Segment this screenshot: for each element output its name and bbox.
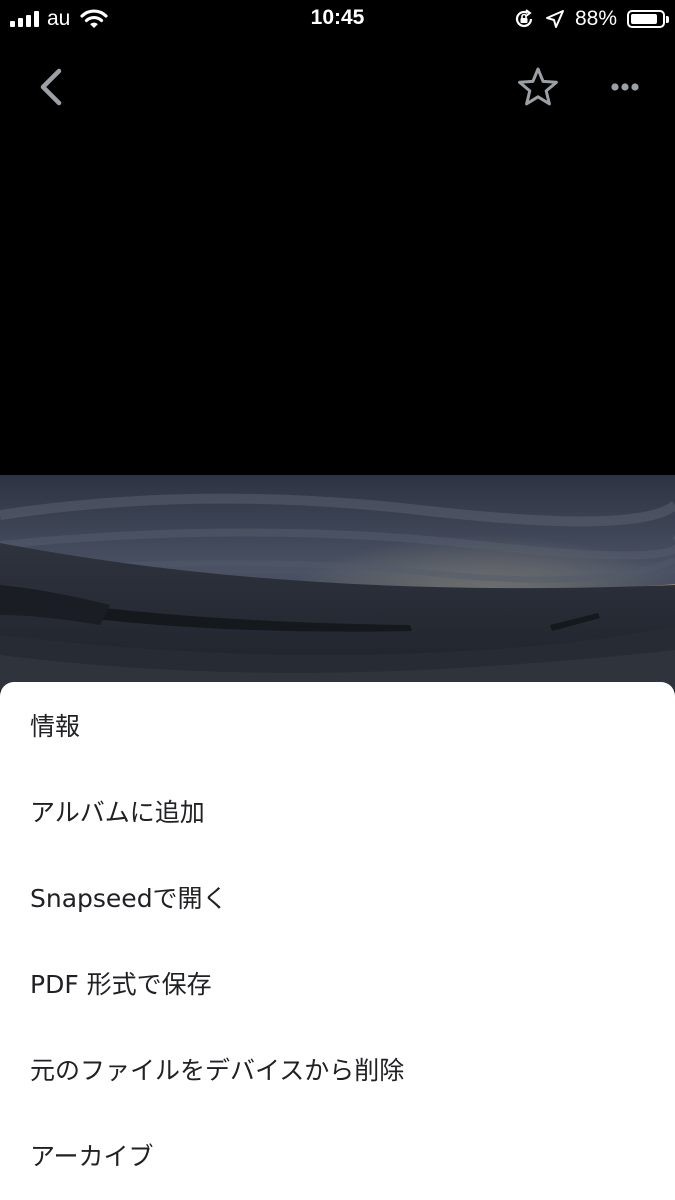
battery-cap [666, 16, 669, 23]
menu-item-add-to-album[interactable]: アルバムに追加 [0, 768, 675, 854]
more-options-button[interactable] [602, 70, 648, 104]
star-outline-icon [518, 67, 558, 106]
chevron-left-icon [40, 68, 62, 106]
back-button[interactable] [30, 62, 74, 112]
photo-image[interactable] [0, 475, 675, 690]
battery-percent: 88% [574, 7, 617, 30]
menu-item-label: Snapseedで開く [30, 884, 228, 913]
menu-item-label: アーカイブ [30, 1142, 154, 1171]
location-arrow-icon [545, 10, 564, 28]
menu-item-save-as-pdf[interactable]: PDF 形式で保存 [0, 940, 675, 1026]
status-right: 88% [513, 6, 669, 32]
menu-item-open-in-snapseed[interactable]: Snapseedで開く [0, 854, 675, 940]
status-bar: au 10:45 88% [0, 0, 675, 38]
battery-icon [627, 10, 669, 28]
menu-item-label: 元のファイルをデバイスから削除 [30, 1056, 405, 1085]
menu-item-info[interactable]: 情報 [0, 682, 675, 768]
menu-item-delete-from-device[interactable]: 元のファイルをデバイスから削除 [0, 1026, 675, 1112]
photo-viewer-screen: au 10:45 88% 情報 アルバムに追加 Snapseedで開く PDF … [0, 0, 675, 1200]
menu-item-label: アルバムに追加 [30, 798, 205, 827]
favorite-button[interactable] [514, 64, 562, 110]
orientation-lock-icon [515, 9, 533, 28]
options-sheet: 情報 アルバムに追加 Snapseedで開く PDF 形式で保存 元のファイルを… [0, 682, 675, 1200]
menu-item-label: PDF 形式で保存 [30, 970, 212, 999]
more-horizontal-icon [611, 83, 639, 91]
battery-fill [631, 14, 658, 24]
menu-item-archive[interactable]: アーカイブ [0, 1112, 675, 1198]
menu-item-label: 情報 [30, 712, 81, 741]
